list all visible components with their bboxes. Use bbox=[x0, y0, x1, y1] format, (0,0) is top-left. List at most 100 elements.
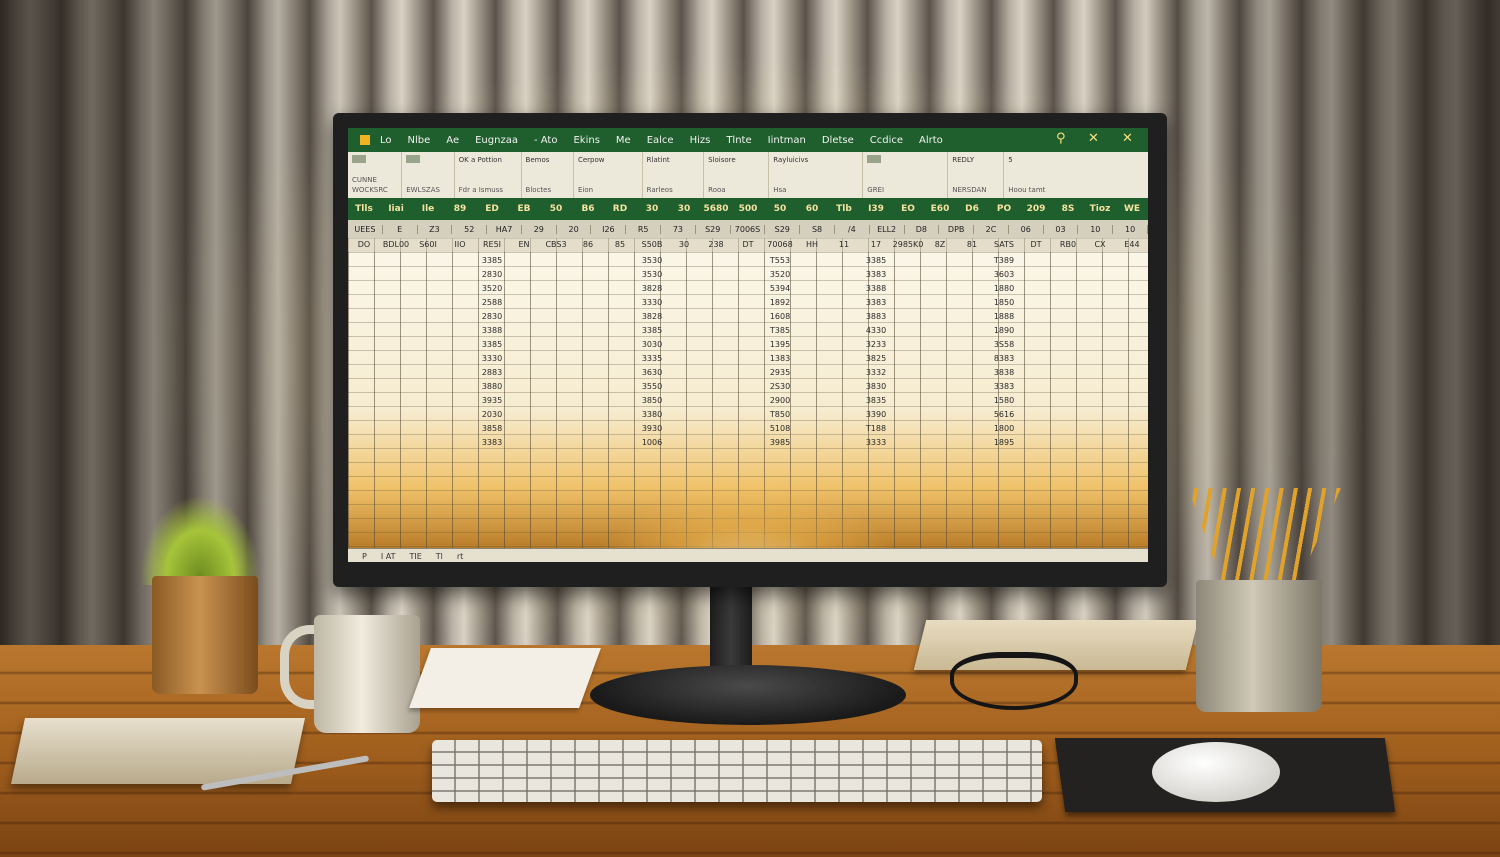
table-row[interactable]: 3385 3030 1395 3233 3S58 bbox=[348, 338, 1148, 352]
table-cell[interactable] bbox=[924, 380, 956, 394]
table-cell[interactable] bbox=[1084, 268, 1116, 282]
column-header-cell[interactable]: PO bbox=[988, 204, 1020, 214]
table-cell[interactable] bbox=[508, 254, 540, 268]
table-cell[interactable] bbox=[796, 422, 828, 436]
table-cell[interactable] bbox=[1052, 408, 1084, 422]
table-cell[interactable] bbox=[796, 254, 828, 268]
table-cell[interactable] bbox=[1084, 380, 1116, 394]
menu-item[interactable]: Iintman bbox=[768, 135, 806, 146]
table-cell[interactable] bbox=[1052, 282, 1084, 296]
table-cell[interactable] bbox=[924, 254, 956, 268]
table-cell[interactable] bbox=[1116, 422, 1148, 436]
table-cell[interactable] bbox=[604, 268, 636, 282]
table-cell[interactable] bbox=[380, 324, 412, 338]
table-cell[interactable] bbox=[508, 408, 540, 422]
table-cell[interactable]: 2883 bbox=[476, 366, 508, 380]
table-cell[interactable] bbox=[604, 310, 636, 324]
table-cell[interactable] bbox=[924, 366, 956, 380]
table-cell[interactable] bbox=[412, 282, 444, 296]
table-cell[interactable] bbox=[892, 268, 924, 282]
table-cell[interactable] bbox=[508, 282, 540, 296]
table-cell[interactable] bbox=[1052, 394, 1084, 408]
table-cell[interactable] bbox=[540, 296, 572, 310]
table-cell[interactable] bbox=[604, 380, 636, 394]
table-cell[interactable] bbox=[892, 254, 924, 268]
subheader-cell[interactable]: R5 bbox=[626, 224, 662, 234]
menu-item[interactable]: Eugnzaa bbox=[475, 135, 518, 146]
table-cell[interactable] bbox=[732, 422, 764, 436]
table-cell[interactable] bbox=[572, 422, 604, 436]
table-cell[interactable]: 3S58 bbox=[988, 338, 1020, 352]
table-cell[interactable] bbox=[444, 380, 476, 394]
menu-item[interactable]: Alrto bbox=[919, 135, 943, 146]
table-cell[interactable] bbox=[604, 408, 636, 422]
subheader-cell[interactable]: I26 bbox=[591, 224, 627, 234]
subheader-cell[interactable]: /4 bbox=[835, 224, 870, 234]
table-cell[interactable] bbox=[540, 422, 572, 436]
table-cell[interactable]: 81 bbox=[956, 238, 988, 252]
table-cell[interactable] bbox=[1020, 338, 1052, 352]
table-cell[interactable] bbox=[508, 268, 540, 282]
table-cell[interactable]: DT bbox=[1020, 238, 1052, 252]
table-cell[interactable] bbox=[892, 324, 924, 338]
table-cell[interactable] bbox=[892, 282, 924, 296]
table-cell[interactable]: 3883 bbox=[860, 310, 892, 324]
table-cell[interactable]: 3388 bbox=[476, 324, 508, 338]
ribbon-group[interactable]: GREI bbox=[863, 152, 949, 198]
menu-item[interactable]: Nlbe bbox=[408, 135, 431, 146]
table-cell[interactable] bbox=[348, 422, 380, 436]
table-cell[interactable]: 8383 bbox=[988, 352, 1020, 366]
table-cell[interactable] bbox=[956, 352, 988, 366]
table-cell[interactable] bbox=[1052, 422, 1084, 436]
table-cell[interactable] bbox=[956, 254, 988, 268]
column-header-cell[interactable]: 89 bbox=[444, 204, 476, 214]
table-cell[interactable]: 3330 bbox=[476, 352, 508, 366]
table-cell[interactable] bbox=[508, 310, 540, 324]
table-cell[interactable] bbox=[796, 436, 828, 450]
table-cell[interactable] bbox=[732, 394, 764, 408]
table-cell[interactable] bbox=[796, 380, 828, 394]
column-header-cell[interactable]: D6 bbox=[956, 204, 988, 214]
table-cell[interactable] bbox=[380, 408, 412, 422]
table-cell[interactable] bbox=[828, 422, 860, 436]
table-cell[interactable]: 1800 bbox=[988, 422, 1020, 436]
table-cell[interactable] bbox=[444, 408, 476, 422]
table-cell[interactable] bbox=[380, 394, 412, 408]
table-cell[interactable] bbox=[444, 296, 476, 310]
table-cell[interactable]: IIO bbox=[444, 238, 476, 252]
table-cell[interactable] bbox=[380, 352, 412, 366]
table-cell[interactable]: 86 bbox=[572, 238, 604, 252]
table-cell[interactable] bbox=[1116, 310, 1148, 324]
table-cell[interactable] bbox=[540, 268, 572, 282]
table-cell[interactable] bbox=[668, 352, 700, 366]
table-cell[interactable]: 30 bbox=[668, 238, 700, 252]
table-cell[interactable]: 3828 bbox=[636, 282, 668, 296]
table-cell[interactable]: 1888 bbox=[988, 310, 1020, 324]
table-cell[interactable] bbox=[924, 324, 956, 338]
table-cell[interactable]: T188 bbox=[860, 422, 892, 436]
table-cell[interactable] bbox=[412, 352, 444, 366]
table-cell[interactable] bbox=[668, 296, 700, 310]
table-cell[interactable] bbox=[540, 366, 572, 380]
table-cell[interactable] bbox=[1052, 366, 1084, 380]
table-cell[interactable] bbox=[796, 394, 828, 408]
table-cell[interactable] bbox=[668, 282, 700, 296]
menu-item[interactable]: Ccdice bbox=[870, 135, 903, 146]
table-cell[interactable]: SATS bbox=[988, 238, 1020, 252]
table-cell[interactable] bbox=[412, 324, 444, 338]
table-cell[interactable] bbox=[1020, 296, 1052, 310]
table-cell[interactable]: E44 bbox=[1116, 238, 1148, 252]
table-cell[interactable] bbox=[1084, 338, 1116, 352]
table-cell[interactable] bbox=[668, 254, 700, 268]
table-cell[interactable] bbox=[1084, 310, 1116, 324]
ribbon-group[interactable]: 5 Hoou tamt bbox=[1004, 152, 1148, 198]
table-row[interactable]: 3935 3850 2900 3835 1580 bbox=[348, 394, 1148, 408]
column-header-cell[interactable]: 500 bbox=[732, 204, 764, 214]
table-cell[interactable] bbox=[828, 324, 860, 338]
table-cell[interactable] bbox=[732, 380, 764, 394]
table-cell[interactable] bbox=[892, 408, 924, 422]
table-cell[interactable] bbox=[412, 254, 444, 268]
table-cell[interactable]: 3383 bbox=[860, 296, 892, 310]
table-cell[interactable] bbox=[348, 380, 380, 394]
table-cell[interactable]: 3385 bbox=[860, 254, 892, 268]
